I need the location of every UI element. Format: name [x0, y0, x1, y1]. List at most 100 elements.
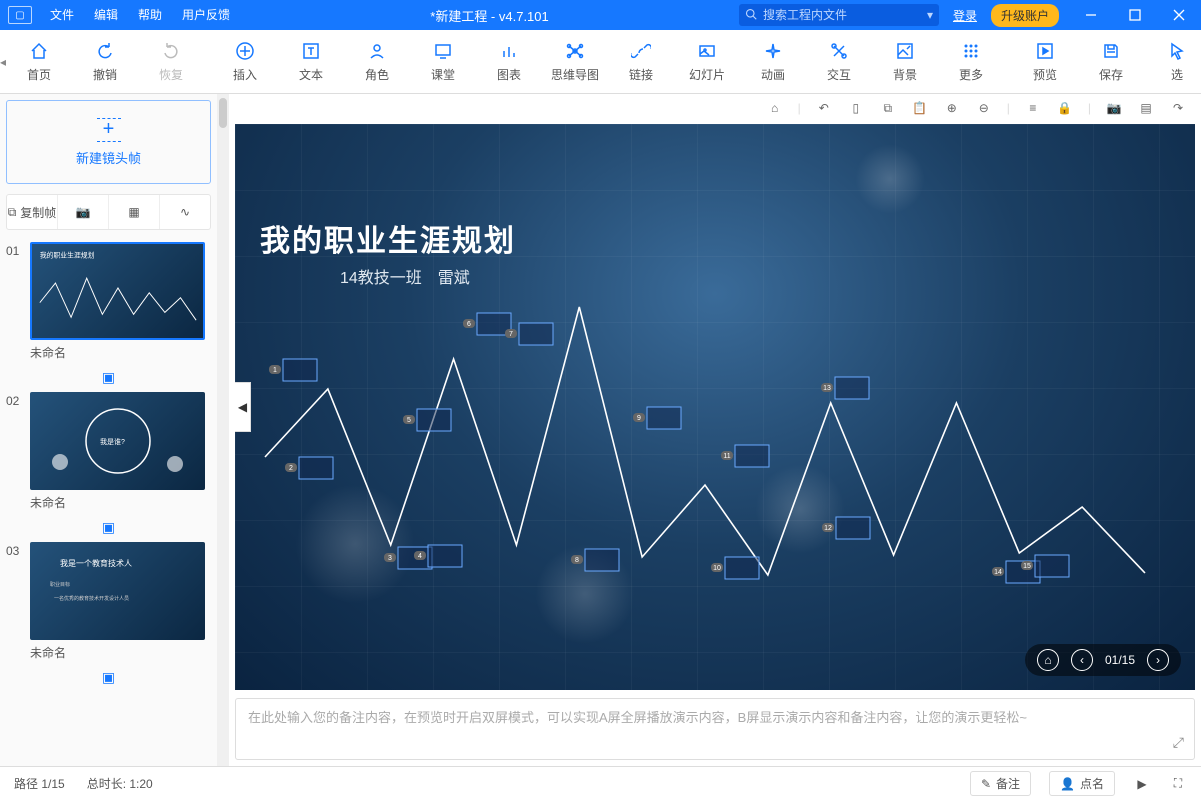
canvas-stage[interactable]: 我的职业生涯规划 14教技一班 雷斌 123456789101112131415… — [235, 124, 1195, 690]
canvas-toolbar: ⌂ | ↶ ▯ ⧉ 📋 ⊕ ⊖ | ≡ 🔒 | 📷 ▤ ↷ — [229, 94, 1201, 122]
text-icon — [300, 40, 322, 62]
svg-text:10: 10 — [713, 565, 721, 572]
svg-text:6: 6 — [467, 321, 471, 328]
transition-icon[interactable]: ▣ — [6, 515, 211, 540]
rollcall-button[interactable]: 👤点名 — [1049, 771, 1115, 796]
path-line-chart[interactable]: 123456789101112131415 — [235, 124, 1195, 690]
home-view-icon[interactable]: ⌂ — [766, 99, 784, 117]
mindmap-button[interactable]: 思维导图 — [542, 30, 608, 93]
bg-button[interactable]: 背景 — [872, 30, 938, 93]
fullscreen-icon[interactable]: ⛶ — [1169, 775, 1187, 793]
slide-button[interactable]: 幻灯片 — [674, 30, 740, 93]
qr-icon: ▦ — [128, 205, 139, 219]
undo-button[interactable]: 撤销 — [72, 30, 138, 93]
select-button[interactable]: 选 — [1144, 30, 1201, 93]
nav-counter: 01/15 — [1105, 653, 1135, 667]
minimize-button[interactable] — [1069, 0, 1113, 30]
camera-icon: 📷 — [76, 205, 91, 219]
undo-icon — [94, 40, 116, 62]
role-button[interactable]: 角色 — [344, 30, 410, 93]
main-toolbar: ◂ 首页 撤销 恢复 插入 文本 角色 课堂 图表 思维导图 链接 幻灯片 动画… — [0, 30, 1201, 94]
link-icon — [630, 40, 652, 62]
chart-button[interactable]: 图表 — [476, 30, 542, 93]
copy-frame-button[interactable]: ⧉复制帧 — [7, 195, 58, 229]
svg-text:12: 12 — [824, 525, 832, 532]
home-button[interactable]: 首页 — [6, 30, 72, 93]
search-box[interactable]: ▾ — [739, 4, 939, 26]
bar-chart-icon — [498, 40, 520, 62]
rotate-left-icon[interactable]: ↶ — [815, 99, 833, 117]
svg-text:5: 5 — [407, 417, 411, 424]
zoom-out-icon[interactable]: ⊖ — [975, 99, 993, 117]
thumb-03[interactable]: 03 我是一个教育技术人职业目标一名优秀的教育技术开发设计人员 未命名 ▣ — [6, 542, 211, 690]
background-icon — [894, 40, 916, 62]
save-icon — [1100, 40, 1122, 62]
insert-button[interactable]: 插入 — [212, 30, 278, 93]
transition-icon[interactable]: ▣ — [6, 365, 211, 390]
page-icon[interactable]: ▯ — [847, 99, 865, 117]
grid-icon — [960, 40, 982, 62]
expand-icon[interactable]: ⤢ — [1173, 734, 1184, 751]
interact-button[interactable]: 交互 — [806, 30, 872, 93]
menu-help[interactable]: 帮助 — [128, 0, 172, 30]
slide-icon — [696, 40, 718, 62]
menu-file[interactable]: 文件 — [40, 0, 84, 30]
sparkle-icon — [762, 40, 784, 62]
anim-button[interactable]: 动画 — [740, 30, 806, 93]
collapse-sidebar-icon[interactable]: ◀ — [235, 382, 251, 432]
blackboard-icon — [432, 40, 454, 62]
link-button[interactable]: 链接 — [608, 30, 674, 93]
transition-icon[interactable]: ▣ — [6, 665, 211, 690]
layers-icon[interactable]: ▤ — [1137, 99, 1155, 117]
search-icon — [745, 8, 757, 23]
notes-input[interactable]: 在此处输入您的备注内容，在预览时开启双屏模式，可以实现A屏全屏播放演示内容，B屏… — [235, 698, 1195, 760]
copy-view-icon[interactable]: ⧉ — [879, 99, 897, 117]
nav-prev-icon[interactable]: ‹ — [1071, 649, 1093, 671]
sidebar-scrollbar[interactable] — [217, 94, 229, 766]
new-frame-button[interactable]: + 新建镜头帧 — [6, 100, 211, 184]
svg-text:2: 2 — [289, 465, 293, 472]
zoom-in-icon[interactable]: ⊕ — [943, 99, 961, 117]
camera-button[interactable]: 📷 — [58, 195, 109, 229]
preview-button[interactable]: 预览 — [1012, 30, 1078, 93]
search-input[interactable] — [763, 8, 921, 22]
svg-text:4: 4 — [418, 553, 422, 560]
text-button[interactable]: 文本 — [278, 30, 344, 93]
svg-text:15: 15 — [1023, 563, 1031, 570]
redo-button[interactable]: 恢复 — [138, 30, 204, 93]
svg-text:8: 8 — [575, 557, 579, 564]
close-button[interactable] — [1157, 0, 1201, 30]
class-button[interactable]: 课堂 — [410, 30, 476, 93]
redo-icon — [160, 40, 182, 62]
canvas-area: ⌂ | ↶ ▯ ⧉ 📋 ⊕ ⊖ | ≡ 🔒 | 📷 ▤ ↷ 我的职业生涯规划 1… — [229, 94, 1201, 766]
maximize-button[interactable] — [1113, 0, 1157, 30]
svg-text:1: 1 — [273, 367, 277, 374]
paste-icon[interactable]: 📋 — [911, 99, 929, 117]
slide-navigator: ⌂ ‹ 01/15 › — [1025, 644, 1181, 676]
menu-edit[interactable]: 编辑 — [84, 0, 128, 30]
flow-button[interactable]: ∿ — [160, 195, 210, 229]
more-button[interactable]: 更多 — [938, 30, 1004, 93]
nav-next-icon[interactable]: › — [1147, 649, 1169, 671]
align-icon[interactable]: ≡ — [1024, 99, 1042, 117]
menu-feedback[interactable]: 用户反馈 — [172, 0, 240, 30]
svg-text:我的职业生涯规划: 我的职业生涯规划 — [40, 251, 95, 260]
qr-button[interactable]: ▦ — [109, 195, 160, 229]
svg-text:14: 14 — [994, 569, 1002, 576]
notes-toggle-button[interactable]: ✎备注 — [970, 771, 1031, 796]
plus-circle-icon — [234, 40, 256, 62]
lock-icon[interactable]: 🔒 — [1056, 99, 1074, 117]
redo-view-icon[interactable]: ↷ — [1169, 99, 1187, 117]
chevron-down-icon[interactable]: ▾ — [927, 8, 933, 22]
login-link[interactable]: 登录 — [953, 7, 977, 24]
upgrade-button[interactable]: 升级账户 — [991, 4, 1059, 27]
save-button[interactable]: 保存 — [1078, 30, 1144, 93]
svg-text:3: 3 — [388, 555, 392, 562]
thumb-02[interactable]: 02 我是谁? 未命名 ▣ — [6, 392, 211, 540]
thumb-01[interactable]: 01 我的职业生涯规划 未命名 ▣ — [6, 242, 211, 390]
snapshot-icon[interactable]: 📷 — [1105, 99, 1123, 117]
person-icon: 👤 — [1060, 777, 1075, 791]
play-icon — [1034, 40, 1056, 62]
present-icon[interactable]: ▶ — [1133, 775, 1151, 793]
nav-home-icon[interactable]: ⌂ — [1037, 649, 1059, 671]
